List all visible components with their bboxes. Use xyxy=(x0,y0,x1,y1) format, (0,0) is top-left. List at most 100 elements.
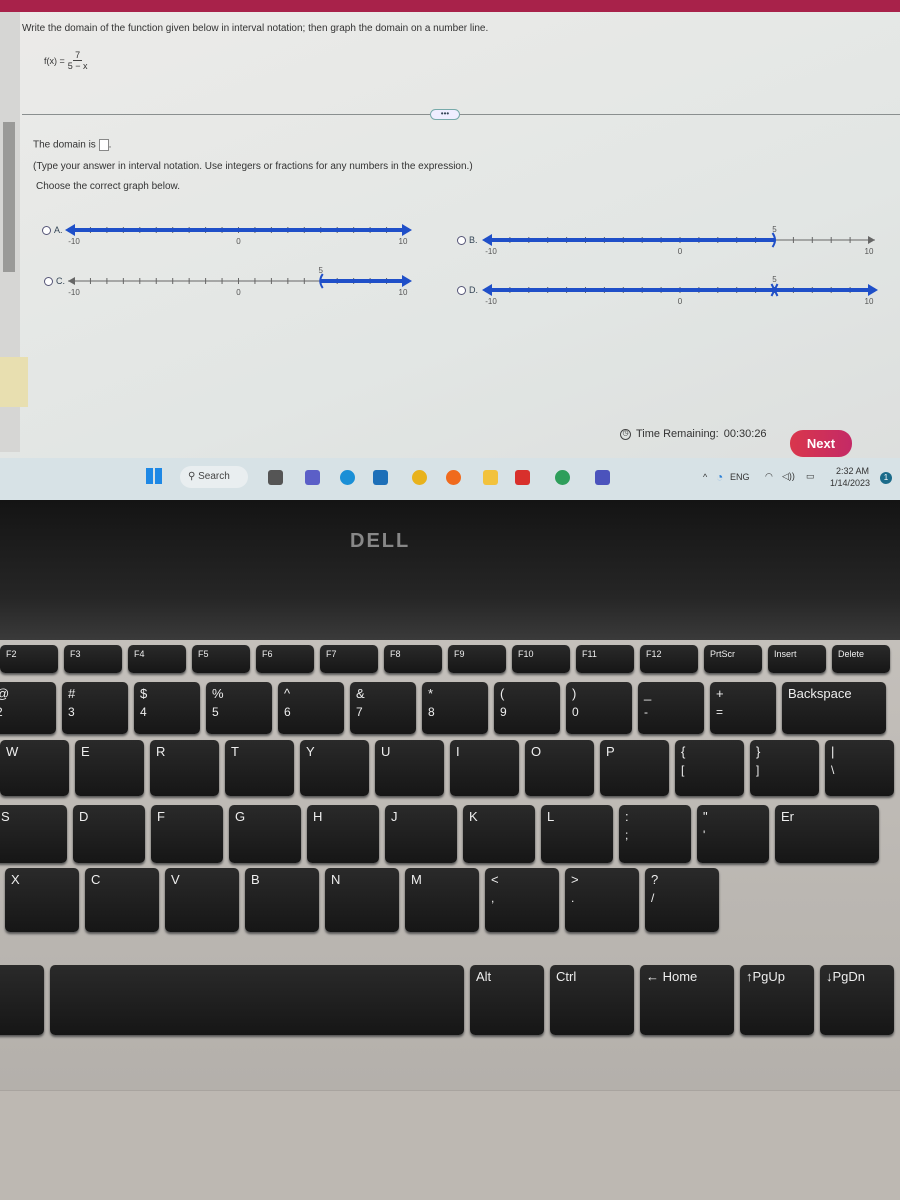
next-button[interactable]: Next xyxy=(790,430,852,457)
battery-icon[interactable]: ▭ xyxy=(806,471,815,482)
clock-date[interactable]: 1/14/2023 xyxy=(830,478,870,488)
key[interactable]: Er xyxy=(775,805,879,863)
key[interactable]: Alt xyxy=(0,965,44,1035)
radio-button[interactable] xyxy=(457,285,466,295)
key[interactable]: <, xyxy=(485,868,559,932)
onedrive-icon[interactable]: ◔ xyxy=(716,470,723,484)
key[interactable]: F5 xyxy=(192,645,250,673)
key[interactable]: F xyxy=(151,805,223,863)
option-d[interactable]: D. xyxy=(457,285,478,295)
key[interactable]: H xyxy=(307,805,379,863)
key[interactable]: @2 xyxy=(0,682,56,734)
key[interactable]: ← Home xyxy=(640,965,734,1035)
key[interactable]: PrtScr xyxy=(704,645,762,673)
key[interactable]: Ctrl xyxy=(550,965,634,1035)
file-explorer-icon[interactable] xyxy=(268,470,283,485)
radio-button[interactable] xyxy=(457,235,466,245)
key[interactable]: ↓PgDn xyxy=(820,965,894,1035)
key[interactable]: J xyxy=(385,805,457,863)
key[interactable]: F12 xyxy=(640,645,698,673)
key[interactable]: R xyxy=(150,740,219,796)
key[interactable]: M xyxy=(405,868,479,932)
more-button[interactable]: ••• xyxy=(430,109,460,120)
key[interactable]: $4 xyxy=(134,682,200,734)
key[interactable]: X xyxy=(5,868,79,932)
key[interactable]: W xyxy=(0,740,69,796)
firefox-icon[interactable] xyxy=(446,470,461,485)
key[interactable]: ↑PgUp xyxy=(740,965,814,1035)
key[interactable]: (9 xyxy=(494,682,560,734)
key[interactable]: ? / xyxy=(645,868,719,932)
key[interactable]: F9 xyxy=(448,645,506,673)
key[interactable]: T xyxy=(225,740,294,796)
key[interactable]: S xyxy=(0,805,67,863)
language-indicator[interactable]: ENG xyxy=(730,472,750,482)
teams-icon[interactable] xyxy=(595,470,610,485)
key[interactable]: E xyxy=(75,740,144,796)
key[interactable]: F2 xyxy=(0,645,58,673)
clock-time[interactable]: 2:32 AM xyxy=(836,466,869,476)
key[interactable]: F4 xyxy=(128,645,186,673)
key[interactable]: Y xyxy=(300,740,369,796)
option-a[interactable]: A. xyxy=(42,225,63,235)
key[interactable]: }] xyxy=(750,740,819,796)
key[interactable]: L xyxy=(541,805,613,863)
key[interactable]: Alt xyxy=(470,965,544,1035)
key[interactable]: * 8 xyxy=(422,682,488,734)
radio-button[interactable] xyxy=(42,225,51,235)
key[interactable]: ) 0 xyxy=(566,682,632,734)
key[interactable]: + = xyxy=(710,682,776,734)
key[interactable]: F10 xyxy=(512,645,570,673)
key[interactable]: ^ 6 xyxy=(278,682,344,734)
scroll-thumb[interactable] xyxy=(3,122,15,272)
folder-icon[interactable] xyxy=(483,470,498,485)
key[interactable]: " ' xyxy=(697,805,769,863)
key[interactable]: O xyxy=(525,740,594,796)
key[interactable]: C xyxy=(85,868,159,932)
key[interactable]: :; xyxy=(619,805,691,863)
wifi-icon[interactable]: ◠ xyxy=(765,471,773,482)
domain-answer-input[interactable] xyxy=(98,139,109,151)
key[interactable]: F7 xyxy=(320,645,378,673)
radio-button[interactable] xyxy=(44,276,53,286)
key[interactable] xyxy=(50,965,464,1035)
key[interactable]: {[ xyxy=(675,740,744,796)
chrome-icon[interactable] xyxy=(412,470,427,485)
volume-icon[interactable]: ◁)) xyxy=(782,471,795,482)
key[interactable]: Backspace xyxy=(782,682,886,734)
chevron-up-icon[interactable]: ^ xyxy=(703,472,707,482)
key[interactable]: & 7 xyxy=(350,682,416,734)
notification-badge[interactable]: 1 xyxy=(880,472,892,484)
key[interactable]: | \ xyxy=(825,740,894,796)
left-scrollbar[interactable] xyxy=(0,12,28,452)
taskbar-search[interactable]: ⚲ Search xyxy=(180,466,248,488)
key[interactable]: U xyxy=(375,740,444,796)
key[interactable]: K xyxy=(463,805,535,863)
key[interactable]: D xyxy=(73,805,145,863)
key[interactable]: N xyxy=(325,868,399,932)
option-c[interactable]: C. xyxy=(44,276,65,286)
key[interactable]: Delete xyxy=(832,645,890,673)
key[interactable]: F3 xyxy=(64,645,122,673)
key[interactable]: % 5 xyxy=(206,682,272,734)
side-panel-tab[interactable] xyxy=(0,357,28,407)
key[interactable]: #3 xyxy=(62,682,128,734)
key[interactable]: F8 xyxy=(384,645,442,673)
wps-icon[interactable] xyxy=(515,470,530,485)
key[interactable]: P xyxy=(600,740,669,796)
key[interactable]: I xyxy=(450,740,519,796)
windows-start-icon[interactable] xyxy=(146,468,162,484)
teams-meet-icon[interactable] xyxy=(305,470,320,485)
key[interactable]: V xyxy=(165,868,239,932)
edge-dev-icon[interactable] xyxy=(555,470,570,485)
key[interactable]: F6 xyxy=(256,645,314,673)
key[interactable]: G xyxy=(229,805,301,863)
key[interactable]: F11 xyxy=(576,645,634,673)
store-icon[interactable] xyxy=(373,470,388,485)
option-b[interactable]: B. xyxy=(457,235,478,245)
key[interactable]: >. xyxy=(565,868,639,932)
key[interactable]: B xyxy=(245,868,319,932)
key[interactable]: _ - xyxy=(638,682,704,734)
edge-icon[interactable] xyxy=(340,470,355,485)
key[interactable]: Insert xyxy=(768,645,826,673)
